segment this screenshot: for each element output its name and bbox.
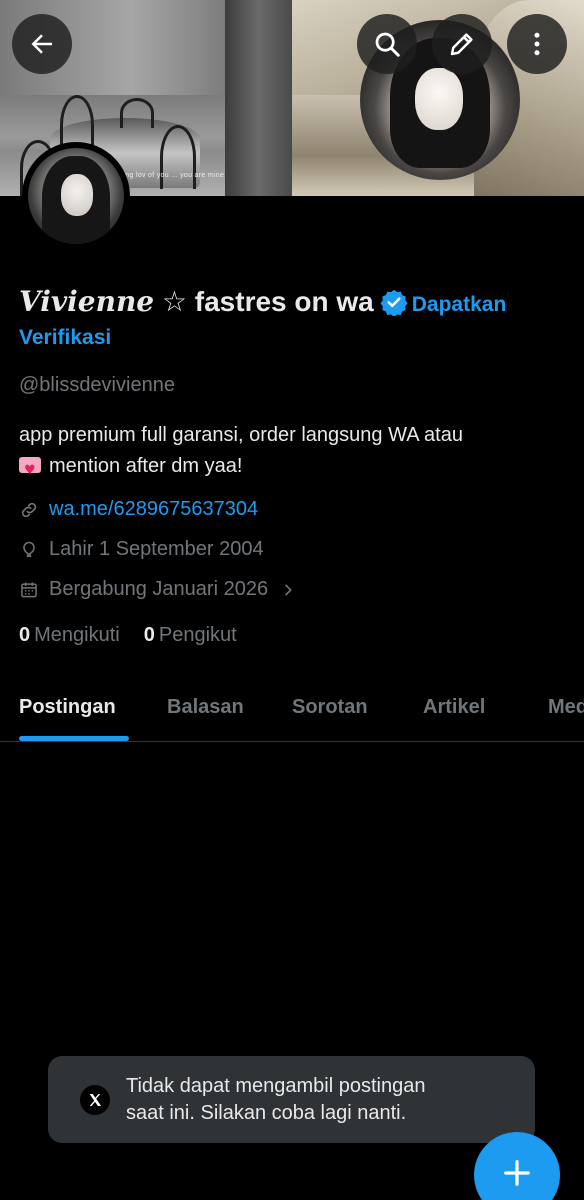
edit-pencil-icon <box>450 33 473 56</box>
tab-replies[interactable]: Balasan <box>167 696 244 719</box>
arrow-left-icon <box>31 34 52 54</box>
join-date-row[interactable]: Bergabung Januari 2026 <box>19 578 306 601</box>
tab-media[interactable]: Media <box>548 696 584 719</box>
profile-page: i'm missing lov of you ... you are mine … <box>0 0 584 1200</box>
bio-line-2: mention after dm yaa! <box>49 455 243 477</box>
followers-stat[interactable]: 0 Pengikut <box>144 624 237 647</box>
edit-button[interactable] <box>432 14 492 74</box>
profile-link-row: wa.me/6289675637304 <box>19 498 258 521</box>
followers-count: 0 <box>143 624 155 646</box>
verified-badge-icon <box>380 289 408 316</box>
active-tab-indicator <box>19 736 129 741</box>
calendar-icon <box>21 582 37 597</box>
bio-line-1: app premium full garansi, order langsung… <box>19 424 463 446</box>
join-date-text: Bergabung Januari 2026 <box>49 578 269 600</box>
following-count: 0 <box>19 624 31 646</box>
follow-stats: 0 Mengikuti 0 Pengikut <box>19 624 237 647</box>
plus-icon <box>504 1160 530 1186</box>
back-button[interactable] <box>12 14 72 74</box>
toast-message-line-2: saat ini. Silakan coba lagi nanti. <box>126 1101 407 1124</box>
link-icon <box>21 502 37 517</box>
search-icon <box>375 32 400 57</box>
avatar[interactable] <box>22 142 130 250</box>
display-name-script: Vivienne <box>19 285 155 318</box>
error-toast: Tidak dapat mengambil postingan saat ini… <box>48 1056 535 1143</box>
following-stat[interactable]: 0 Mengikuti <box>19 624 120 647</box>
get-verified-link[interactable]: Dapatkan <box>412 293 507 316</box>
profile-website-link[interactable]: wa.me/6289675637304 <box>49 498 258 521</box>
toast-message-line-1: Tidak dapat mengambil postingan <box>126 1074 426 1097</box>
search-button[interactable] <box>357 14 417 74</box>
profile-tabs: Postingan Balasan Sorotan Artikel Media <box>0 682 584 742</box>
tab-articles[interactable]: Artikel <box>423 696 485 719</box>
tab-highlights[interactable]: Sorotan <box>292 696 368 719</box>
more-options-button[interactable] <box>507 14 567 74</box>
profile-bio: app premium full garansi, order langsung… <box>19 420 564 486</box>
x-logo-icon <box>80 1084 110 1115</box>
birth-date-text: Lahir 1 September 2004 <box>49 538 264 560</box>
following-label: Mengikuti <box>34 624 120 646</box>
get-verified-link-line2[interactable]: Verifikasi <box>19 326 111 350</box>
display-name: Vivienne ☆ fastres on wa Dapatkan <box>19 283 569 324</box>
balloon-icon <box>23 541 35 557</box>
followers-label: Pengikut <box>158 624 237 646</box>
more-vertical-icon <box>534 32 540 56</box>
birth-date-row: Lahir 1 September 2004 <box>19 538 264 561</box>
toast-message: Tidak dapat mengambil postingan saat ini… <box>126 1073 526 1127</box>
chevron-right-icon <box>285 584 292 595</box>
heart-letter-emoji-icon <box>19 455 41 486</box>
tab-posts[interactable]: Postingan <box>19 696 116 719</box>
display-name-rest: ☆ fastres on wa <box>154 286 374 317</box>
profile-handle: @blissdevivienne <box>19 374 175 396</box>
